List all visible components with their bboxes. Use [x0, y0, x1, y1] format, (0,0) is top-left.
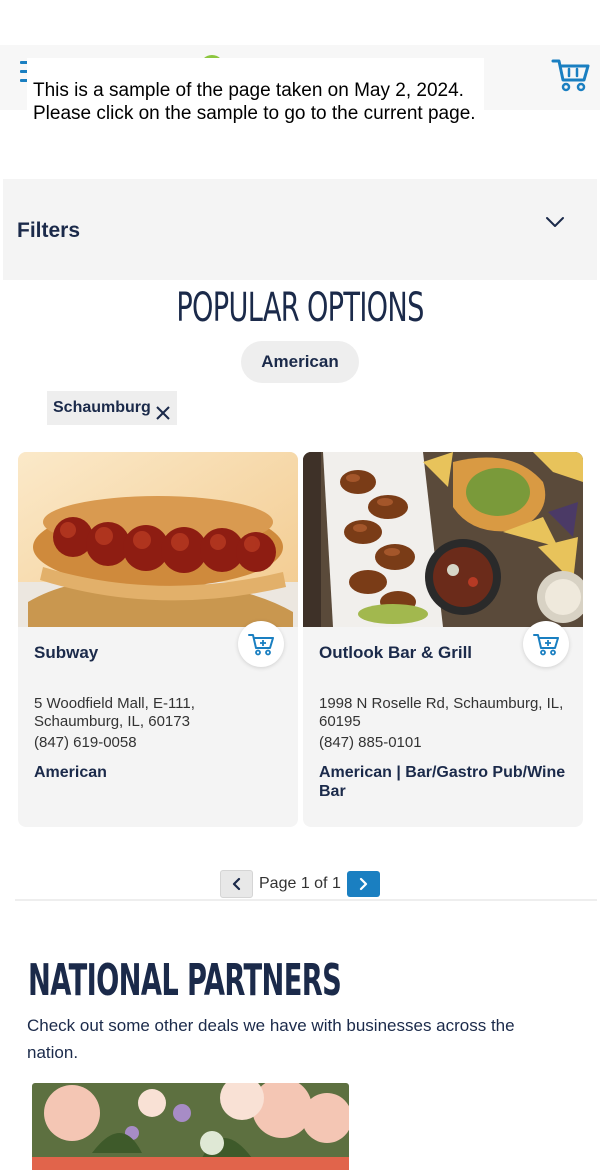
- restaurant-name: Subway: [34, 643, 99, 662]
- add-to-cart-button[interactable]: [238, 621, 284, 667]
- chevron-right-icon: [360, 877, 368, 891]
- chevron-left-icon: [232, 877, 240, 891]
- national-partners-heading: NATIONAL PARTNERS: [28, 955, 342, 1006]
- chevron-down-icon[interactable]: [543, 212, 567, 232]
- restaurant-card[interactable]: Subway 5 Woodfield Mall, E-111, Schaumbu…: [18, 452, 298, 827]
- section-divider: [15, 899, 597, 901]
- restaurant-address: 1998 N Roselle Rd, Schaumburg, IL, 60195: [319, 695, 564, 730]
- location-filter-chip: Schaumburg: [47, 391, 177, 425]
- add-to-cart-icon: [248, 634, 274, 656]
- filters-label: Filters: [17, 219, 81, 242]
- add-to-cart-button[interactable]: [523, 621, 569, 667]
- category-chip-american[interactable]: American: [241, 341, 359, 383]
- partner-promo-image[interactable]: [32, 1083, 349, 1170]
- next-page-button[interactable]: [346, 871, 380, 897]
- banner-line-1: This is a sample of the page taken on Ma…: [33, 80, 464, 101]
- close-icon[interactable]: [155, 400, 171, 420]
- popular-options-heading: POPULAR OPTIONS: [176, 285, 424, 331]
- banner-line-2: Please click on the sample to go to the …: [33, 103, 476, 124]
- restaurant-image: [303, 452, 583, 627]
- restaurant-name: Outlook Bar & Grill: [319, 643, 473, 662]
- restaurant-card[interactable]: Outlook Bar & Grill 1998 N Roselle Rd, S…: [303, 452, 583, 827]
- prev-page-button[interactable]: [220, 870, 253, 898]
- restaurant-image: [18, 452, 298, 627]
- filters-accordion[interactable]: Filters: [3, 179, 597, 280]
- restaurant-phone: (847) 885-0101: [319, 734, 422, 751]
- location-chip-label: Schaumburg: [53, 399, 151, 416]
- restaurant-address: 5 Woodfield Mall, E-111, Schaumburg, IL,…: [34, 695, 195, 730]
- restaurant-cuisine: American | Bar/Gastro Pub/Wine Bar: [319, 764, 566, 800]
- add-to-cart-icon: [533, 634, 559, 656]
- restaurant-cuisine: American: [34, 764, 107, 781]
- restaurant-phone: (847) 619-0058: [34, 734, 137, 751]
- shopping-cart-icon[interactable]: [551, 56, 591, 94]
- archive-sample-banner[interactable]: This is a sample of the page taken on Ma…: [27, 58, 484, 124]
- pagination: Page 1 of 1: [220, 870, 380, 898]
- page-indicator: Page 1 of 1: [259, 875, 341, 892]
- national-partners-description: Check out some other deals we have with …: [27, 1016, 515, 1062]
